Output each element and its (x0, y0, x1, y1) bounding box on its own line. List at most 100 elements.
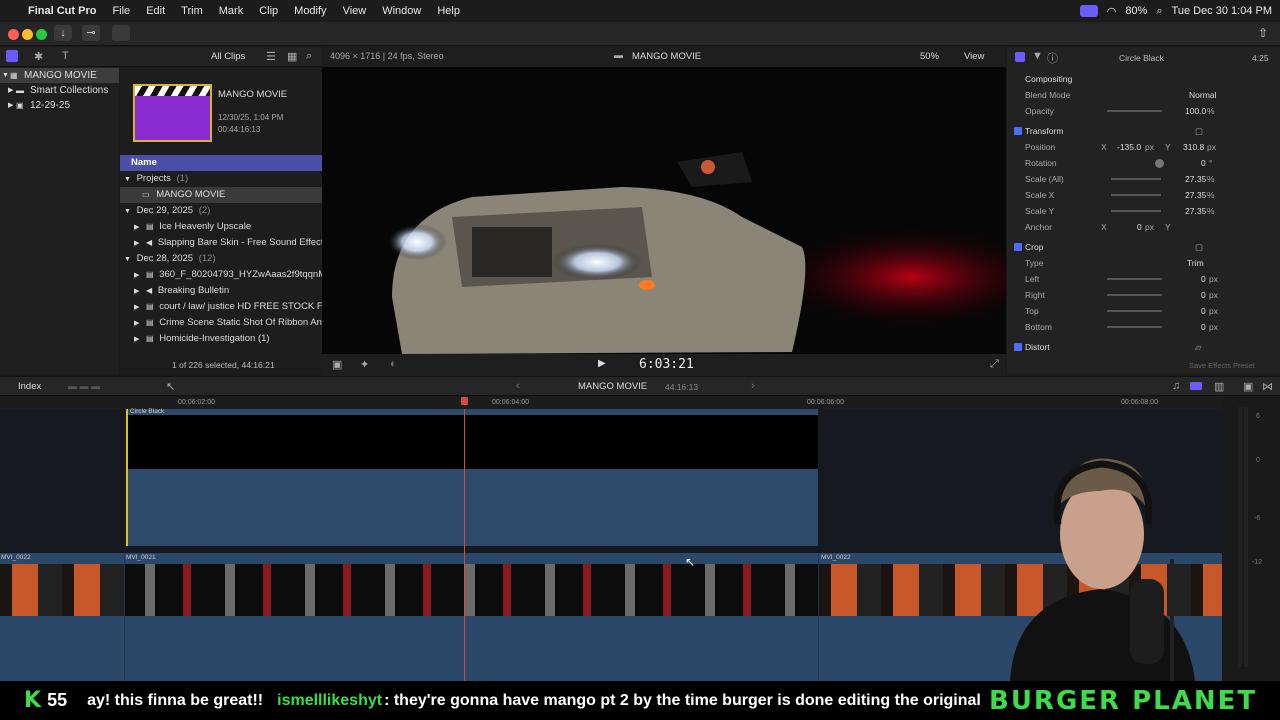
scale-all-row[interactable]: Scale (All) 27.35 % (1007, 171, 1280, 187)
menu-window[interactable]: Window (374, 5, 429, 17)
scale-all-slider[interactable] (1111, 178, 1161, 180)
menu-mark[interactable]: Mark (211, 5, 251, 17)
disclosure-triangle-icon[interactable]: ▶ (134, 288, 139, 295)
menu-modify[interactable]: Modify (286, 5, 334, 17)
video-clip-left[interactable]: MVI_0022 (0, 553, 124, 681)
anchor-x-value[interactable]: 0 (1137, 219, 1142, 235)
crop-right-row[interactable]: Right 0 px (1007, 287, 1280, 303)
distort-onscreen-icon[interactable]: ▱ (1195, 339, 1202, 355)
distort-checkbox[interactable] (1014, 343, 1022, 351)
playhead[interactable] (464, 409, 465, 681)
list-item[interactable]: ▶ ▤ court / law/ justice HD FREE STOCK F… (120, 299, 322, 315)
list-item[interactable]: ▭ MANGO MOVIE (120, 187, 322, 203)
app-menu[interactable]: Final Cut Pro (20, 5, 104, 17)
position-x-value[interactable]: -135.0 (1117, 139, 1141, 155)
disclosure-triangle-icon[interactable]: ▶ (134, 320, 139, 327)
scale-all-value[interactable]: 27.35 (1185, 171, 1206, 187)
section-transform[interactable]: Transform ▢ (1007, 123, 1280, 139)
scale-y-value[interactable]: 27.35 (1185, 203, 1206, 219)
snapping-icon[interactable] (1190, 382, 1202, 390)
timeline-project-dropdown[interactable]: MANGO MOVIE (578, 381, 647, 392)
disclosure-triangle-icon[interactable]: ▶ (0, 83, 13, 98)
search-icon[interactable]: ⌕ (1156, 5, 1162, 18)
wifi-icon[interactable]: ◠ (1107, 5, 1117, 18)
menu-trim[interactable]: Trim (173, 5, 211, 17)
list-item[interactable]: ▶ ▤ 360_F_80204793_HYZwAaas2f9tqqnMN (120, 267, 322, 283)
index-button[interactable]: Index (18, 381, 41, 392)
scale-y-row[interactable]: Scale Y 27.35 % (1007, 203, 1280, 219)
menu-edit[interactable]: Edit (138, 5, 173, 17)
crop-type-row[interactable]: Type Trim (1007, 255, 1280, 271)
share-icon[interactable]: ⇧ (1258, 26, 1268, 40)
rotation-value[interactable]: 0 (1201, 155, 1206, 171)
menu-clip[interactable]: Clip (251, 5, 286, 17)
history-forward-icon[interactable]: › (751, 380, 755, 392)
save-effects-preset-button[interactable]: Save Effects Preset (1189, 361, 1255, 370)
import-icon[interactable]: ↓ (54, 25, 72, 41)
video-viewer[interactable] (322, 67, 1006, 354)
titles-icon[interactable]: T (62, 50, 69, 62)
crop-top-value[interactable]: 0 (1201, 303, 1206, 319)
list-item[interactable]: ▶ ◀ Slapping Bare Skin - Free Sound Effe… (120, 235, 322, 251)
disclosure-triangle-icon[interactable]: ▶ (134, 224, 139, 231)
group-dec-29[interactable]: ▼ Dec 29, 2025 (2) (120, 203, 322, 219)
timeline[interactable]: Circle Black MVI_0022 MVI_0021 MVI_0022 … (0, 408, 1222, 681)
clock[interactable]: Tue Dec 30 1:04 PM (1172, 5, 1272, 17)
edit-tools-group[interactable]: ▬ ▬ ▬ (68, 381, 100, 391)
disclosure-triangle-icon[interactable]: ▶ (134, 304, 139, 311)
timeline-ruler[interactable]: 00:06:02:00 00:06:04:00 00:06:06:00 00:0… (0, 397, 1222, 409)
disclosure-triangle-icon[interactable]: ▼ (124, 176, 131, 183)
transform-tool-icon[interactable]: ▣ (332, 358, 342, 371)
library-item-mango-movie[interactable]: ▼ ▦ MANGO MOVIE (0, 68, 119, 83)
crop-bottom-row[interactable]: Bottom 0 px (1007, 319, 1280, 335)
clip-filter-dropdown[interactable]: All Clips (211, 51, 245, 62)
crop-right-value[interactable]: 0 (1201, 287, 1206, 303)
section-distort[interactable]: Distort ▱ (1007, 339, 1280, 355)
blend-mode-value[interactable]: Normal (1189, 87, 1216, 103)
disclosure-triangle-icon[interactable]: ▶ (0, 98, 13, 113)
crop-right-slider[interactable] (1107, 294, 1162, 296)
browser-search-icon[interactable]: ⌕ (306, 50, 312, 63)
photos-icon[interactable]: ✱ (34, 50, 43, 63)
position-y-value[interactable]: 310.8 (1183, 139, 1204, 155)
enhance-tool-icon[interactable]: ✦ (360, 358, 369, 371)
zoom-window-button[interactable] (36, 29, 47, 40)
keywords-icon[interactable]: ⊸ (82, 25, 100, 41)
clip-appearance-icon[interactable]: ▥ (1214, 380, 1224, 393)
speed-tool-icon[interactable]: ◐ (390, 358, 397, 370)
crop-left-row[interactable]: Left 0 px (1007, 271, 1280, 287)
transform-onscreen-icon[interactable]: ▢ (1195, 123, 1203, 139)
menu-help[interactable]: Help (429, 5, 468, 17)
opacity-row[interactable]: Opacity 100.0 % (1007, 103, 1280, 119)
playhead-handle[interactable] (461, 397, 468, 405)
crop-left-value[interactable]: 0 (1201, 271, 1206, 287)
disclosure-triangle-icon[interactable]: ▼ (124, 256, 131, 263)
blend-mode-row[interactable]: Blend Mode Normal (1007, 87, 1280, 103)
project-thumbnail[interactable] (133, 84, 212, 142)
scale-x-value[interactable]: 27.35 (1185, 187, 1206, 203)
list-item[interactable]: ▶ ▤ Ice Heavenly Upscale (120, 219, 322, 235)
crop-left-slider[interactable] (1107, 278, 1162, 280)
group-dec-28[interactable]: ▼ Dec 28, 2025 (12) (120, 251, 322, 267)
video-inspector-icon[interactable] (1015, 52, 1025, 62)
battery-label[interactable]: 80% (1125, 5, 1147, 17)
history-back-icon[interactable]: ‹ (516, 380, 520, 392)
fullscreen-icon[interactable]: ⤢ (990, 358, 999, 371)
section-crop[interactable]: Crop ▢ (1007, 239, 1280, 255)
play-button[interactable]: ▶ (598, 358, 606, 369)
group-projects[interactable]: ▼ Projects (1) (120, 171, 322, 187)
view-dropdown[interactable]: View (964, 51, 984, 62)
menu-file[interactable]: File (104, 5, 138, 17)
list-item[interactable]: ▶ ▤ Crime Scene Static Shot Of Ribbon An… (120, 315, 322, 331)
disclosure-triangle-icon[interactable]: ▼ (0, 68, 10, 83)
info-inspector-icon[interactable]: ⓘ (1047, 50, 1058, 66)
screen-record-icon[interactable] (1079, 5, 1098, 17)
disclosure-triangle-icon[interactable]: ▶ (134, 336, 139, 343)
crop-type-value[interactable]: Trim (1187, 255, 1204, 271)
select-tool-icon[interactable]: ↖ (166, 380, 175, 393)
crop-checkbox[interactable] (1014, 243, 1022, 251)
column-header-name[interactable]: Name (120, 155, 322, 171)
transform-checkbox[interactable] (1014, 127, 1022, 135)
clip-appearance-icon[interactable]: ▦ (287, 50, 297, 63)
libraries-icon[interactable] (6, 50, 18, 62)
